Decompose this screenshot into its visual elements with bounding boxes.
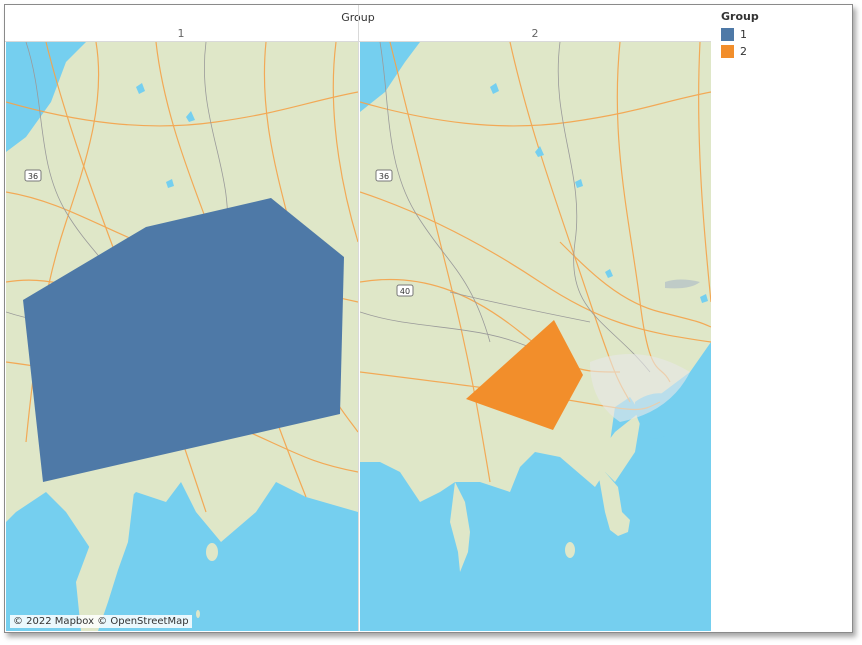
road-shield-36: 36: [24, 169, 42, 182]
island: [565, 542, 575, 558]
map-svg-1: 36: [6, 42, 358, 631]
map-attribution[interactable]: © 2022 Mapbox © OpenStreetMap: [10, 615, 192, 628]
legend-label-2: 2: [740, 45, 747, 58]
legend-swatch-2: [721, 45, 734, 58]
svg-text:36: 36: [28, 172, 38, 181]
road-shield-36: 36: [375, 169, 393, 182]
map-panel-group-1[interactable]: 36 © 2022 Mapbox © OpenStreetMap: [6, 42, 358, 631]
map-svg-2: 36 40: [360, 42, 711, 631]
legend-item-1[interactable]: 1: [721, 26, 759, 43]
legend-item-2[interactable]: 2: [721, 43, 759, 60]
svg-text:36: 36: [379, 172, 389, 181]
legend-title: Group: [721, 10, 759, 23]
small-island: [196, 610, 200, 618]
legend-swatch-1: [721, 28, 734, 41]
color-legend: Group 1 2: [721, 10, 759, 60]
road-shield-40: 40: [396, 284, 414, 297]
legend-label-1: 1: [740, 28, 747, 41]
panel-divider: [358, 5, 359, 631]
viz-frame: Group 1 2: [4, 4, 853, 633]
svg-text:40: 40: [400, 287, 410, 296]
column-label-2: 2: [531, 27, 539, 40]
column-label-1: 1: [177, 27, 185, 40]
map-panel-group-2[interactable]: 36 40: [360, 42, 711, 631]
island: [206, 543, 218, 561]
